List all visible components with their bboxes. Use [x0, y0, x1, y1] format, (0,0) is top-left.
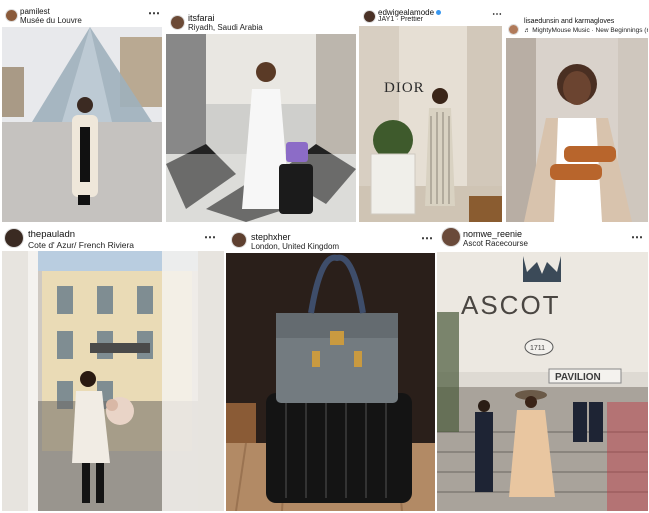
location-label[interactable]: Ascot Racecourse	[463, 239, 528, 248]
post-photo[interactable]: ASCOT 1711 PAVILION	[437, 252, 648, 511]
pavilion-sign: PAVILION	[555, 372, 601, 383]
post-photo[interactable]	[166, 34, 356, 222]
location-label[interactable]: ♬ MightyMouse Music · New Beginnings (re	[524, 27, 648, 34]
username[interactable]: stephxher	[251, 232, 291, 242]
post-thepauladn: thepauladn Cote d' Azur/ French Riviera …	[0, 224, 224, 513]
more-options-icon[interactable]: ⋯	[631, 231, 643, 243]
post-photo[interactable]	[506, 38, 648, 222]
ascot-sign: ASCOT	[461, 290, 561, 320]
post-photo[interactable]	[226, 253, 435, 511]
username[interactable]: itsfarai	[188, 13, 215, 23]
more-options-icon[interactable]: ⋯	[492, 10, 502, 20]
avatar[interactable]	[5, 9, 18, 22]
post-lisaedunsin: lisaedunsin and karmagloves ♬ MightyMous…	[504, 0, 649, 224]
avatar[interactable]	[508, 24, 519, 35]
location-label[interactable]: JAY1 · Prettier	[378, 16, 423, 23]
avatar[interactable]	[363, 10, 376, 23]
location-label[interactable]: Riyadh, Saudi Arabia	[188, 23, 263, 32]
username[interactable]: pamilest	[20, 7, 50, 16]
location-label[interactable]: London, United Kingdom	[251, 242, 339, 251]
location-label[interactable]: Cote d' Azur/ French Riviera	[28, 240, 134, 250]
username[interactable]: thepauladn	[28, 229, 75, 240]
username[interactable]: lisaedunsin and karmagloves	[524, 18, 614, 25]
post-pamilest: pamilest Musée du Louvre ⋯	[0, 0, 163, 224]
post-photo[interactable]	[2, 27, 162, 222]
dior-sign: DIOR	[384, 80, 425, 96]
post-photo[interactable]	[2, 251, 224, 511]
post-stephxher: stephxher London, United Kingdom ⋯	[225, 224, 436, 513]
verified-badge-icon	[436, 10, 442, 16]
more-options-icon[interactable]: ⋯	[204, 231, 216, 243]
location-label[interactable]: Musée du Louvre	[20, 16, 82, 25]
post-nomwe-reenie: nomwe_reenie Ascot Racecourse ⋯ ASCOT 17…	[437, 224, 649, 513]
avatar[interactable]	[231, 232, 247, 248]
more-options-icon[interactable]: ⋯	[148, 7, 160, 19]
avatar[interactable]	[4, 228, 24, 248]
avatar[interactable]	[170, 15, 185, 30]
ascot-year: 1711	[530, 345, 545, 352]
more-options-icon[interactable]: ⋯	[421, 232, 433, 244]
post-photo[interactable]: DIOR	[359, 26, 502, 222]
avatar[interactable]	[441, 227, 461, 247]
username[interactable]: nomwe_reenie	[463, 229, 522, 239]
post-itsfarai: itsfarai Riyadh, Saudi Arabia	[164, 0, 358, 224]
post-edwigealamode: edwigealamode JAY1 · Prettier ⋯ DIOR	[359, 0, 503, 224]
